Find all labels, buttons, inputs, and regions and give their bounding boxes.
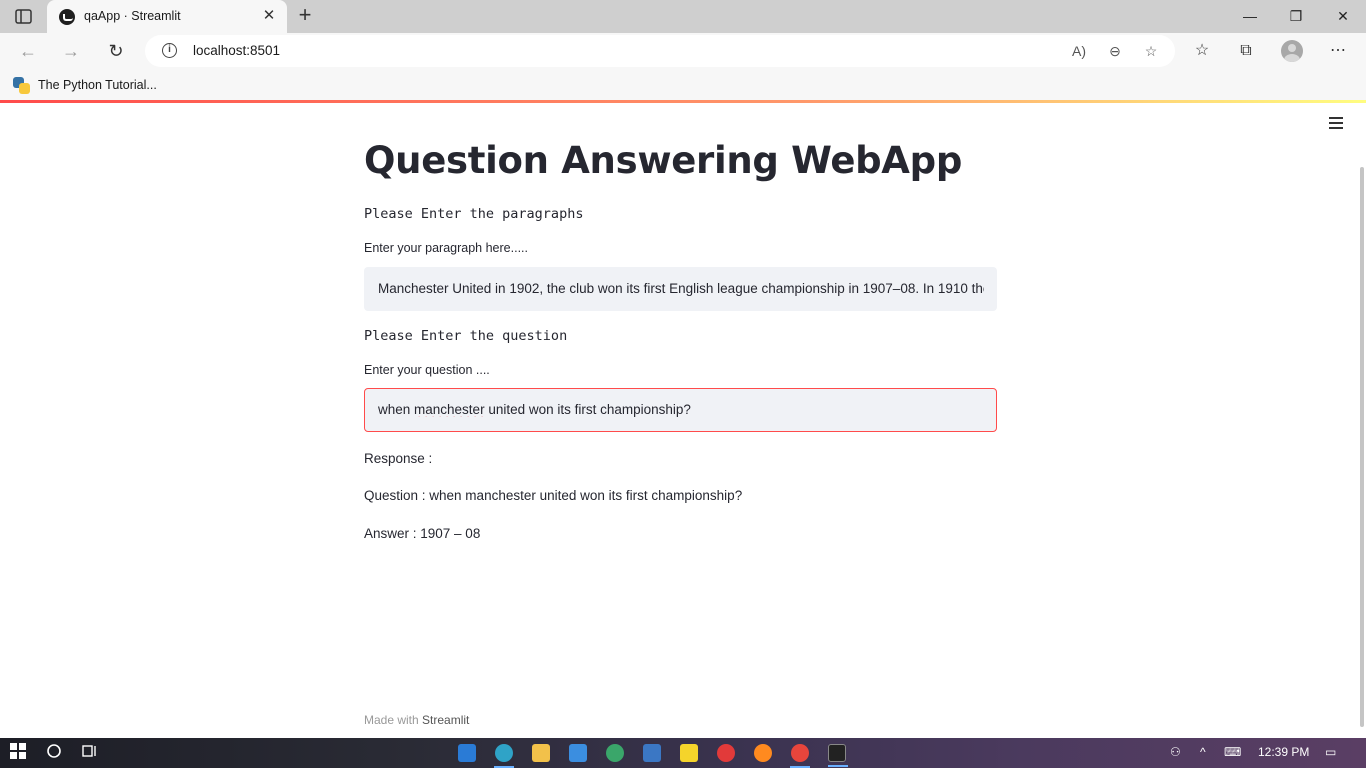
hamburger-menu-icon[interactable] (1329, 117, 1343, 129)
file-explorer-icon[interactable] (532, 744, 550, 762)
paragraph-input-value[interactable]: Manchester United in 1902, the club won … (378, 281, 984, 296)
question-input[interactable]: when manchester united won its first cha… (364, 388, 997, 432)
add-favorite-icon[interactable]: ☆ (1141, 42, 1161, 60)
sticky-notes-icon[interactable] (680, 744, 698, 762)
footer: Made with Streamlit (364, 713, 469, 727)
opera-icon[interactable] (717, 744, 735, 762)
question-heading: Please Enter the question (364, 328, 568, 344)
browser-tab[interactable]: qaApp · Streamlit ✕ (47, 0, 287, 33)
terminal-icon[interactable] (828, 744, 848, 767)
page-title: Question Answering WebApp (364, 139, 963, 182)
browser-toolbar: ← → ↻ i localhost:8501 A) ⊖ ☆ ☆ ⧉ ⋯ (0, 33, 1366, 69)
question-text-suffix: united won its first championship? (484, 402, 691, 417)
read-aloud-icon[interactable]: A) (1069, 42, 1089, 60)
close-window-icon[interactable]: ✕ (1320, 4, 1366, 28)
question-input-value[interactable]: when manchester united won its first cha… (378, 402, 984, 417)
people-icon[interactable]: ⚇ (1170, 745, 1181, 759)
task-view-icon[interactable] (80, 743, 100, 763)
profile-avatar[interactable] (1281, 40, 1303, 62)
footer-streamlit-link[interactable]: Streamlit (422, 713, 469, 727)
paragraph-input-label: Enter your paragraph here..... (364, 241, 528, 255)
streamlit-favicon-icon (59, 9, 75, 25)
new-tab-icon[interactable]: + (293, 4, 317, 28)
footer-prefix: Made with (364, 713, 423, 727)
keyboard-icon[interactable]: ⌨ (1224, 745, 1241, 759)
firefox-icon[interactable] (754, 744, 772, 762)
response-answer: Answer : 1907 – 08 (364, 526, 481, 541)
minimize-icon[interactable]: — (1227, 4, 1273, 28)
chatgpt-icon[interactable] (606, 744, 624, 762)
paragraph-input[interactable]: Manchester United in 1902, the club won … (364, 267, 997, 311)
edge-icon[interactable] (494, 744, 514, 768)
collections-icon[interactable]: ⧉ (1235, 41, 1257, 61)
forward-icon[interactable]: → (58, 39, 84, 63)
paragraph-heading: Please Enter the paragraphs (364, 206, 584, 222)
close-tab-icon[interactable]: ✕ (261, 7, 277, 25)
restore-icon[interactable]: ❐ (1273, 4, 1319, 28)
response-label: Response : (364, 451, 433, 466)
page-scrollbar[interactable] (1360, 167, 1364, 727)
bookmark-python-tutorial[interactable]: The Python Tutorial... (13, 76, 157, 94)
python-logo-icon (13, 76, 30, 94)
windows-start-icon[interactable] (8, 743, 28, 763)
bookmark-label: The Python Tutorial... (38, 78, 157, 92)
bookmarks-bar: The Python Tutorial... (0, 69, 1366, 100)
tab-actions-icon[interactable] (14, 8, 34, 26)
python-app-icon[interactable] (643, 744, 661, 762)
chrome-icon[interactable] (790, 744, 810, 768)
response-question: Question : when manchester united won it… (364, 488, 743, 503)
windows-taskbar: ⚇ ^ ⌨ 12:39 PM ▭ (0, 738, 1366, 768)
store-icon[interactable] (569, 744, 587, 762)
browser-tab-bar: qaApp · Streamlit ✕ + — ❐ ✕ (0, 0, 1366, 33)
favorites-icon[interactable]: ☆ (1191, 41, 1213, 61)
question-text-prefix: when (378, 402, 415, 417)
show-hidden-icons-icon[interactable]: ^ (1200, 745, 1206, 759)
mail-icon[interactable] (458, 744, 476, 762)
notifications-icon[interactable]: ▭ (1325, 745, 1336, 759)
refresh-icon[interactable]: ↻ (103, 39, 129, 63)
address-bar[interactable]: i localhost:8501 A) ⊖ ☆ (145, 35, 1175, 67)
zoom-out-icon[interactable]: ⊖ (1105, 42, 1125, 60)
question-input-label: Enter your question .... (364, 363, 490, 377)
site-info-icon[interactable]: i (162, 43, 177, 58)
streamlit-app: Question Answering WebApp Please Enter t… (0, 103, 1366, 738)
clock[interactable]: 12:39 PM (1258, 745, 1309, 759)
more-menu-icon[interactable]: ⋯ (1327, 41, 1349, 61)
address-url[interactable]: localhost:8501 (193, 43, 280, 58)
search-icon[interactable] (44, 743, 64, 763)
back-icon[interactable]: ← (15, 39, 41, 63)
tab-title: qaApp · Streamlit (84, 9, 181, 23)
question-text-misspelled: manchester (414, 402, 485, 417)
